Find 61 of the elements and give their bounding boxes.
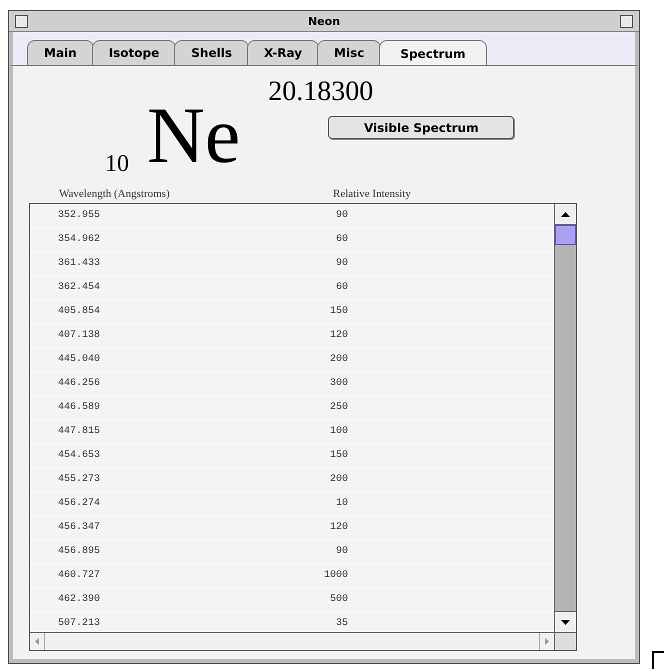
table-cell-text: 462.390 xyxy=(58,594,102,605)
close-box[interactable] xyxy=(15,14,28,28)
scroll-down-button[interactable] xyxy=(555,611,576,632)
up-arrow-icon xyxy=(561,212,570,216)
table-cell-text: 456.347 xyxy=(58,522,102,533)
table-cell-text: 456.274 xyxy=(58,498,102,509)
table-cell-text: 250 xyxy=(328,402,348,413)
table-cell-text: 90 xyxy=(334,210,348,221)
scroll-up-button[interactable] xyxy=(555,204,576,225)
table-cell-text: 460.727 xyxy=(58,570,102,581)
column-header: Relative Intensity xyxy=(333,188,411,200)
table-cell-text: 407.138 xyxy=(58,330,102,341)
scroll-thumb[interactable] xyxy=(555,225,576,245)
tab[interactable]: Spectrum xyxy=(379,40,487,65)
table-cell-text: 35 xyxy=(334,618,348,629)
table-cell-text: 507.213 xyxy=(58,618,102,629)
right-arrow-icon xyxy=(545,638,549,645)
table-cell-text: 60 xyxy=(334,282,348,293)
visible-spectrum-button[interactable]: Visible Spectrum xyxy=(328,116,514,139)
collapse-box[interactable] xyxy=(620,14,633,28)
table-cell-text: 354.962 xyxy=(58,234,102,245)
table-cell-text: 445.040 xyxy=(58,354,102,365)
table-cell-text: 446.256 xyxy=(58,378,102,389)
tab[interactable]: Isotope xyxy=(92,40,176,65)
table-cell-text: 405.854 xyxy=(58,306,102,317)
vertical-scrollbar[interactable] xyxy=(554,204,576,632)
table-cell-text: 454.653 xyxy=(58,450,102,461)
table-cell-text: 456.895 xyxy=(58,546,102,557)
table-cell-text: 1000 xyxy=(322,570,348,581)
table-cell-text: 150 xyxy=(328,450,348,461)
table-cell-text: 300 xyxy=(328,378,348,389)
atomic-mass: 20.18300 xyxy=(268,76,374,108)
table-cell-text: 361.433 xyxy=(58,258,102,269)
column-header: Wavelength (Angstroms) xyxy=(59,188,171,200)
table-cell-text: 447.815 xyxy=(58,426,102,437)
atomic-number: 10 xyxy=(105,151,129,178)
tab[interactable]: Main xyxy=(27,40,94,65)
table-cell-text: 90 xyxy=(334,546,348,557)
left-arrow-icon xyxy=(35,638,39,645)
table-cell-text: 200 xyxy=(328,474,348,485)
table-cell-text: 150 xyxy=(328,306,348,317)
table-cell-text: 200 xyxy=(328,354,348,365)
table-cell-text: 100 xyxy=(328,426,348,437)
scrollbar-corner xyxy=(554,633,576,650)
table-cell-text: 120 xyxy=(328,522,348,533)
table-cell-text: 352.955 xyxy=(58,210,102,221)
table-cell-text: 90 xyxy=(334,258,348,269)
window-title: Neon xyxy=(306,14,342,28)
table-cell-text: 500 xyxy=(328,594,348,605)
table-cell-text: 455.273 xyxy=(58,474,102,485)
table-cell-text: 60 xyxy=(334,234,348,245)
table-cell-text: 446.589 xyxy=(58,402,102,413)
table-cell-text: 120 xyxy=(328,330,348,341)
tab[interactable]: X-Ray xyxy=(246,40,320,65)
tab[interactable]: Shells xyxy=(174,40,249,65)
tab[interactable]: Misc xyxy=(317,40,382,65)
down-arrow-icon xyxy=(561,620,570,624)
element-symbol: Ne xyxy=(147,96,240,176)
table-cell-text: 362.454 xyxy=(58,282,102,293)
resize-handle[interactable] xyxy=(652,651,664,669)
table-cell-text: 10 xyxy=(334,498,348,509)
